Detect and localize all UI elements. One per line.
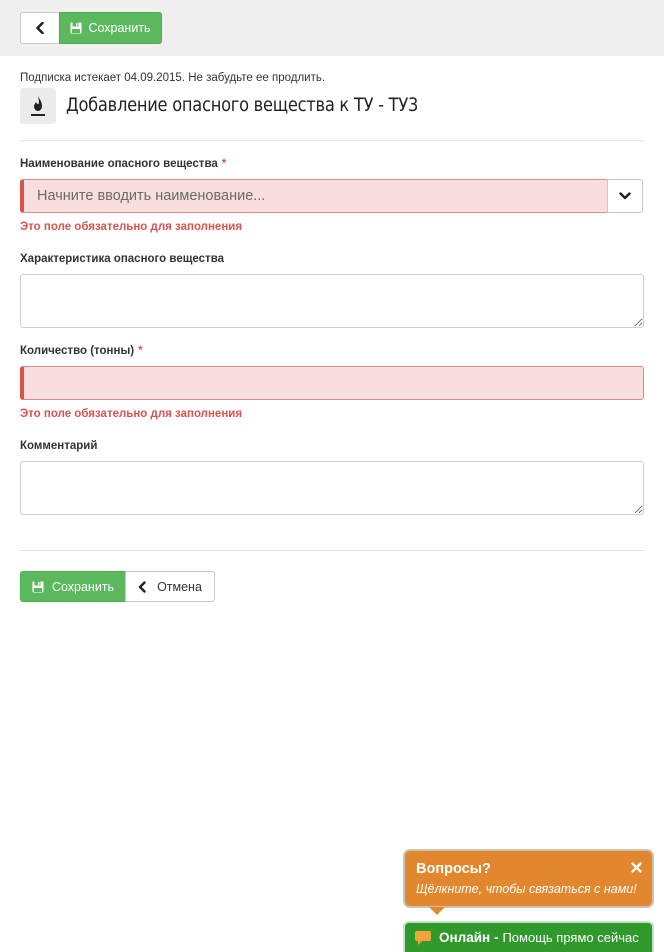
chevron-down-icon [619,192,631,200]
close-icon[interactable] [629,860,643,874]
flame-icon [20,88,56,124]
subscription-notice: Подписка истекает 04.09.2015. Не забудьт… [20,72,326,84]
save-button-top[interactable]: Сохранить [59,12,162,44]
page-title: Добавление опасного вещества к ТУ - ТУ3 [66,95,419,116]
quantity-input[interactable] [20,366,644,400]
bubble-tail [429,907,445,915]
substance-name-select [20,179,643,213]
back-button[interactable] [20,12,60,44]
online-help-text: Помощь прямо сейчас [502,930,639,945]
characteristic-label: Характеристика опасного вещества [20,253,225,265]
speech-bubble-icon [415,930,431,945]
save-button-label: Сохранить [51,579,115,594]
save-button[interactable]: Сохранить [20,571,126,602]
chat-prompt-subtitle: Щёлкните, чтобы связаться с нами! [416,882,637,896]
comment-label: Комментарий [20,440,98,452]
divider [20,550,644,551]
comment-textarea[interactable] [20,461,644,515]
cancel-button[interactable]: Отмена [125,571,215,602]
floppy-disk-icon [70,22,82,34]
online-label: Онлайн - [439,930,499,945]
save-button-label: Сохранить [88,21,151,35]
substance-name-label: Наименование опасного вещества * [20,158,227,170]
quantity-label: Количество (тонны) * [20,345,143,357]
online-chat-button[interactable]: Онлайн - Помощь прямо сейчас [403,921,654,952]
substance-name-error: Это поле обязательно для заполнения [20,221,243,233]
chevron-left-icon [138,580,146,593]
chat-prompt-bubble[interactable]: Вопросы? Щёлкните, чтобы связаться с нам… [403,849,654,915]
cancel-button-label: Отмена [157,579,202,594]
substance-dropdown-toggle[interactable] [607,179,643,213]
floppy-disk-icon [32,581,44,592]
divider [20,140,644,141]
chevron-left-icon [36,22,44,34]
quantity-error: Это поле обязательно для заполнения [20,408,243,420]
chat-prompt-title: Вопросы? [416,861,491,877]
characteristic-textarea[interactable] [20,274,644,328]
substance-name-input[interactable] [20,179,608,213]
